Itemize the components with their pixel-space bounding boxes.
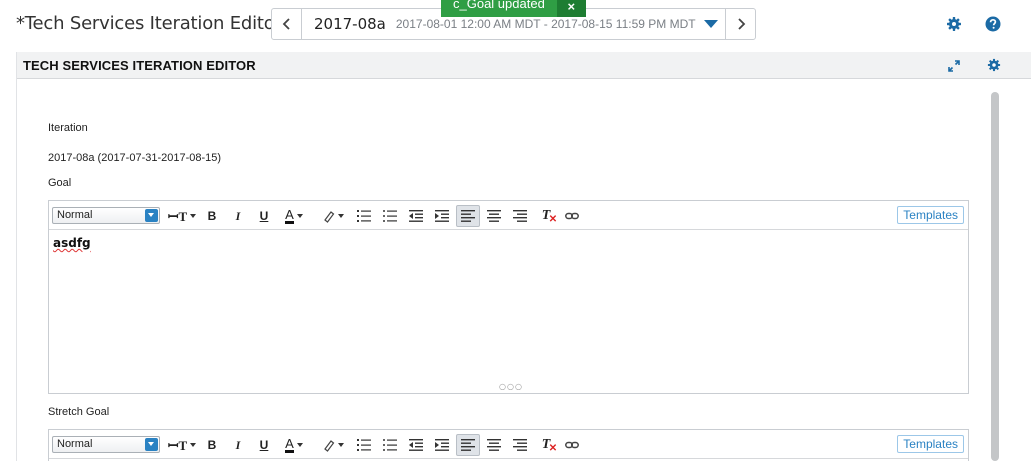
goal-editor: Normal ꟷT B I U A T ✕ Templates asdfg ○○… [48,200,969,394]
ordered-list-icon [357,439,371,451]
text-color-button[interactable]: A [281,434,307,456]
caret-down-icon [296,214,303,218]
clear-format-button[interactable]: T ✕ [537,205,558,227]
bold-button[interactable]: B [203,205,221,227]
link-button[interactable] [563,434,581,456]
highlighter-icon [324,439,335,452]
caret-down-icon [703,20,718,28]
align-left-button[interactable] [456,205,480,227]
ordered-list-icon [357,210,371,222]
page-title: *Tech Services Iteration Editor [16,13,282,34]
iteration-value: 2017-08a (2017-07-31-2017-08-15) [48,152,222,164]
indent-icon [435,439,449,451]
align-right-icon [513,439,527,451]
outdent-button[interactable] [407,205,425,227]
bullet-list-button[interactable] [381,205,399,227]
align-center-icon [487,210,501,222]
align-right-button[interactable] [511,205,529,227]
resize-grip-icon[interactable]: ○○○ [499,382,523,391]
format-select[interactable]: Normal [52,436,160,453]
goal-text: asdfg [53,236,91,250]
chevron-down-icon [145,209,158,222]
panel-content: Iteration 2017-08a (2017-07-31-2017-08-1… [17,79,992,461]
toast-close-button[interactable]: × [556,0,586,17]
caret-down-icon [296,443,303,447]
expand-icon[interactable] [947,59,961,73]
gear-icon[interactable] [946,16,962,32]
caret-down-icon [190,443,197,447]
iteration-editor-panel: TECH SERVICES ITERATION EDITOR Iteration… [16,52,1031,461]
goal-text-area[interactable]: asdfg ○○○ [49,230,968,393]
previous-iteration-button[interactable] [272,9,302,39]
toast-message: c_Goal updated [441,0,557,17]
panel-gear-icon[interactable] [987,58,1001,72]
font-size-icon: ꟷT [167,438,188,453]
text-color-icon: A [285,206,294,224]
text-color-button[interactable]: A [281,205,307,227]
highlighter-icon [324,210,335,223]
font-size-button[interactable]: ꟷT [167,205,197,227]
indent-icon [435,210,449,222]
clear-format-icon: T ✕ [541,437,558,454]
bullet-list-icon [383,439,397,451]
iteration-label: Iteration [48,122,88,134]
outdent-icon [409,439,423,451]
link-icon [565,441,579,449]
align-left-button[interactable] [456,434,480,456]
stretch-goal-label: Stretch Goal [48,406,110,418]
chevron-down-icon [145,438,158,451]
text-color-icon: A [285,435,294,453]
align-left-icon [461,210,475,222]
templates-button[interactable]: Templates [897,206,964,224]
ordered-list-button[interactable] [355,205,373,227]
underline-button[interactable]: U [255,205,273,227]
panel-title: TECH SERVICES ITERATION EDITOR [23,58,256,73]
italic-button[interactable]: I [229,205,247,227]
stretch-goal-editor: Normal ꟷT B I U A T ✕ Templates [48,429,969,461]
stretch-editor-toolbar: Normal ꟷT B I U A T ✕ Templates [49,430,968,459]
bullet-list-button[interactable] [381,434,399,456]
goal-label: Goal [48,177,72,189]
underline-button[interactable]: U [255,434,273,456]
highlight-button[interactable] [319,434,347,456]
align-right-icon [513,210,527,222]
chevron-right-icon [737,18,745,30]
caret-down-icon [338,443,344,447]
templates-button[interactable]: Templates [897,435,964,453]
font-size-button[interactable]: ꟷT [167,434,197,456]
next-iteration-button[interactable] [725,9,755,39]
indent-button[interactable] [433,434,451,456]
toast-notification: c_Goal updated × [441,0,586,17]
outdent-icon [409,210,423,222]
ordered-list-button[interactable] [355,434,373,456]
panel-header: TECH SERVICES ITERATION EDITOR [17,52,1031,79]
clear-format-button[interactable]: T ✕ [537,434,558,456]
bold-button[interactable]: B [203,434,221,456]
align-center-button[interactable] [485,205,503,227]
bullet-list-icon [383,210,397,222]
panel-scrollbar-thumb[interactable] [991,92,999,461]
align-center-button[interactable] [485,434,503,456]
format-select-value: Normal [57,209,93,221]
link-button[interactable] [563,205,581,227]
align-left-icon [461,439,475,451]
caret-down-icon [190,214,197,218]
iteration-range: 2017-08-01 12:00 AM MDT - 2017-08-15 11:… [395,17,696,31]
format-select[interactable]: Normal [52,207,160,224]
indent-button[interactable] [433,205,451,227]
italic-button[interactable]: I [229,434,247,456]
link-icon [565,212,579,220]
clear-format-icon: T ✕ [541,208,558,225]
iteration-name: 2017-08a [314,15,386,33]
help-icon[interactable] [985,16,1001,32]
format-select-value: Normal [57,438,93,450]
chevron-left-icon [282,18,290,30]
outdent-button[interactable] [407,434,425,456]
align-right-button[interactable] [511,434,529,456]
caret-down-icon [338,214,344,218]
font-size-icon: ꟷT [167,209,188,224]
goal-editor-toolbar: Normal ꟷT B I U A T ✕ Templates [49,201,968,230]
align-center-icon [487,439,501,451]
highlight-button[interactable] [319,205,347,227]
